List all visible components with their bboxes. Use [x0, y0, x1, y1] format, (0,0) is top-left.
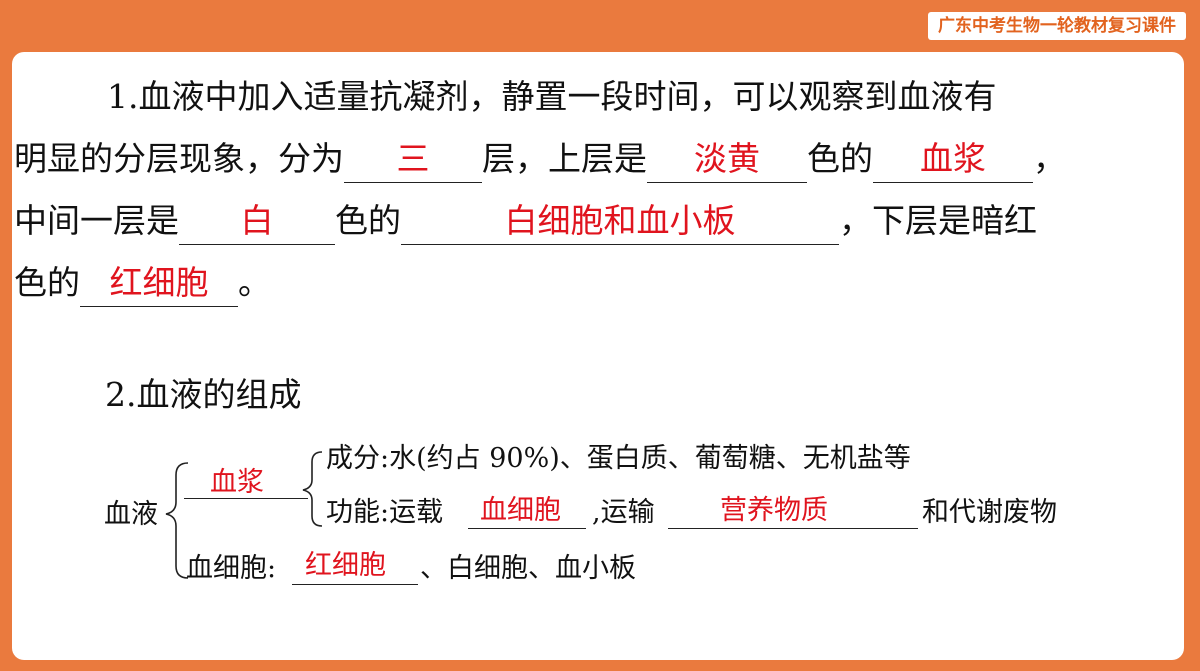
components-text: 成分:水(约占 90%)、蛋白质、葡萄糖、无机盐等 [326, 443, 911, 474]
root-label: 血液 [104, 499, 158, 530]
function-answer-1: 血细胞 [480, 495, 561, 526]
function-text-c: 和代谢废物 [922, 497, 1057, 528]
inner-brace [302, 451, 323, 527]
cells-rest: 、白细胞、血小板 [420, 553, 636, 584]
function-text-b: ,运输 [592, 497, 655, 528]
function-answer-1-line [468, 528, 586, 529]
cells-answer-line [292, 584, 418, 585]
cells-label: 血细胞: [186, 553, 277, 584]
outer-brace [165, 462, 189, 579]
function-answer-2: 营养物质 [720, 495, 828, 526]
plasma-answer: 血浆 [210, 467, 264, 498]
function-text-a: 功能:运载 [326, 497, 444, 528]
blood-composition-diagram: 血液 血浆 成分:水(约占 90%)、蛋白质、葡萄糖、无机盐等 功能:运载 血细… [0, 0, 1200, 671]
plasma-answer-line [184, 498, 308, 499]
function-answer-2-line [668, 528, 918, 529]
cells-answer: 红细胞 [305, 550, 386, 581]
